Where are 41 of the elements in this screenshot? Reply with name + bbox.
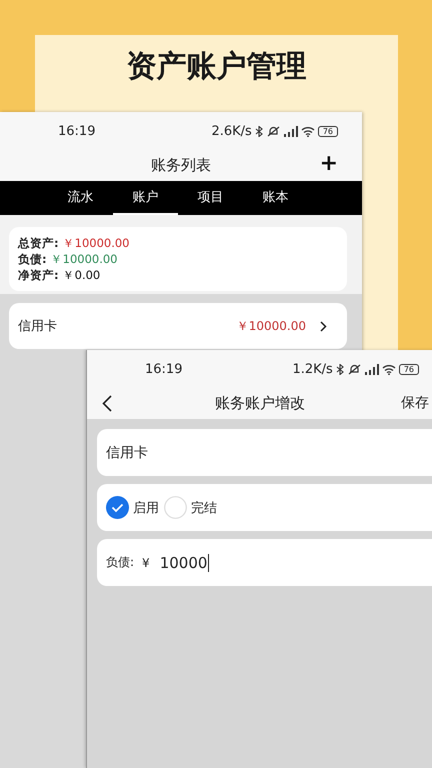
wifi-icon xyxy=(300,126,315,136)
radio-label: 启用 xyxy=(133,500,159,516)
battery-indicator: 76 xyxy=(318,126,338,136)
currency-symbol: ¥ xyxy=(142,556,150,570)
account-amount: ￥10000.00 xyxy=(236,318,306,334)
summary-label: 净资产: xyxy=(18,268,59,282)
screen-title: 账务账户增改 xyxy=(215,394,305,413)
back-icon[interactable] xyxy=(102,395,112,412)
chevron-icon xyxy=(320,320,327,332)
save-button[interactable]: 保存 xyxy=(401,394,429,412)
radio-label: 完结 xyxy=(191,500,217,516)
summary-value: ￥10000.00 xyxy=(50,252,118,266)
summary-value: ￥0.00 xyxy=(62,268,100,282)
radio-button[interactable] xyxy=(164,496,187,519)
amount-input[interactable]: 10000 xyxy=(160,554,210,572)
summary-label: 总资产: xyxy=(18,236,59,250)
field-label: 负债: xyxy=(106,554,134,571)
checked-radio[interactable] xyxy=(106,496,129,519)
name-field[interactable]: 信用卡 xyxy=(97,429,432,476)
status-time: 16:19 xyxy=(145,362,182,376)
network-speed: 2.6K/s xyxy=(211,124,252,138)
signal-icon xyxy=(364,364,379,374)
summary-value: ￥10000.00 xyxy=(62,236,130,250)
tab[interactable]: 流水 xyxy=(48,181,113,215)
status-time: 16:19 xyxy=(58,124,96,138)
promo-heading: 资产账户管理 xyxy=(126,48,308,86)
screen-title: 账务列表 xyxy=(151,156,211,175)
muted-bell-icon xyxy=(266,126,280,136)
bluetooth-icon xyxy=(254,126,264,136)
network-speed: 1.2K/s xyxy=(292,362,333,376)
add-button[interactable]: + xyxy=(320,152,338,176)
wifi-icon xyxy=(382,364,396,374)
account-row[interactable]: 信用卡 ￥10000.00 xyxy=(9,303,347,349)
tab[interactable]: 账本 xyxy=(243,181,308,215)
signal-icon xyxy=(282,126,298,136)
account-name: 信用卡 xyxy=(18,318,58,335)
summary-label: 负债: xyxy=(18,252,47,266)
bluetooth-icon xyxy=(336,364,345,374)
tab[interactable]: 项目 xyxy=(178,181,243,215)
muted-bell-icon xyxy=(348,364,361,374)
battery-indicator: 76 xyxy=(398,364,419,374)
